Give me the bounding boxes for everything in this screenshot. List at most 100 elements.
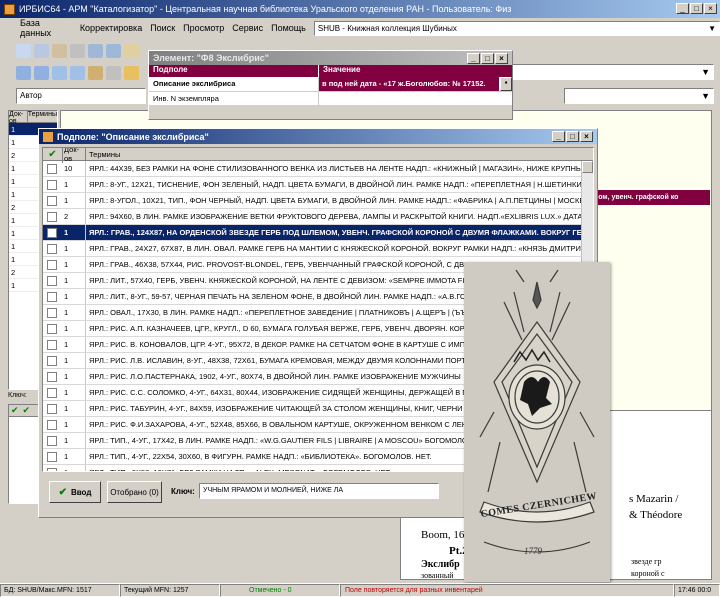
maximize-button[interactable]: □ (690, 3, 703, 14)
prev-record-icon[interactable] (88, 44, 103, 58)
row-checkbox[interactable] (47, 339, 57, 350)
row-checkbox[interactable] (47, 195, 57, 206)
menu-item-view[interactable]: Просмотр (183, 23, 224, 33)
check-icon[interactable]: ✔ (43, 149, 62, 160)
row-doc-count: 1 (62, 321, 86, 336)
check-icon: ✔ (22, 405, 31, 415)
subfield-row[interactable]: 10 ЯРЛ.: 44Х39, БЕЗ РАМКИ НА ФОНЕ СТИЛИЗО… (43, 161, 593, 177)
record-field-value[interactable]: пом, увенч. графской ко (590, 190, 710, 205)
maximize-button[interactable]: □ (566, 131, 579, 142)
row-term: ЯРЛ.: РИС. С.С. СОЛОМКО, 4-УГ., 64Х31, 8… (89, 388, 467, 397)
link-icon[interactable] (106, 66, 121, 80)
subfield-window-titlebar: Подполе: "Описание экслибриса" _ □ × (39, 129, 597, 144)
search-field-select[interactable]: Автор (16, 88, 146, 104)
close-button[interactable]: × (580, 131, 593, 142)
undo-icon[interactable] (52, 44, 67, 58)
row-term: ЯРЛ.: ЛИТ., 8-УГ., 59-57, ЧЕРНАЯ ПЕЧАТЬ … (89, 292, 477, 301)
row-term: ЯРЛ.: 8-УГ., 12Х21, ТИСНЕНИЕ, ФОН ЗЕЛЕНЫ… (89, 180, 593, 189)
folder-icon[interactable] (124, 66, 139, 80)
row-doc-count: 1 (62, 401, 86, 416)
database-select[interactable]: SHUB - Книжная коллекция Шубиных ▼ (313, 20, 720, 36)
subfield-row[interactable]: 1 ЯРЛ.: ГРАВ., 24Х27, 67Х87, В ЛИН. ОВАЛ.… (43, 241, 593, 257)
minimize-button[interactable]: _ (467, 52, 480, 64)
row-checkbox[interactable] (47, 243, 57, 254)
key-input[interactable]: УЧНЫМ ЯРАМОМ И МОЛНИЕЙ, НИЖЕ ЛА (199, 483, 439, 499)
row-doc-count: 1 (62, 385, 86, 400)
toolbar-1 (16, 42, 142, 60)
row-checkbox[interactable] (47, 179, 57, 190)
preview-line-3: Boom, 16 (421, 529, 465, 541)
status-bar: БД: SHUB/Макс.MFN: 1517 Текущий MFN: 125… (0, 583, 720, 597)
chevron-down-icon: ▼ (701, 91, 710, 101)
row-checkbox[interactable] (47, 259, 57, 270)
row-checkbox[interactable] (47, 451, 57, 462)
element-row[interactable]: Описание экслибриса в под ней дата - «17… (149, 77, 512, 91)
row-checkbox[interactable] (47, 307, 57, 318)
preview-line-5: Экслибр (421, 559, 460, 570)
minimize-button[interactable]: _ (552, 131, 565, 142)
maximize-button[interactable]: □ (481, 52, 494, 64)
check-icon: ✔ (11, 405, 19, 415)
row-checkbox[interactable] (47, 371, 57, 382)
print-icon[interactable] (70, 44, 85, 58)
menu-item-edit[interactable]: Корректировка (80, 23, 142, 33)
row-doc-count: 1 (62, 177, 86, 192)
subfield-row[interactable]: 1 ЯРЛ.: 8-УГОЛ., 10Х21, ТИП., ФОН ЧЕРНЫЙ,… (43, 193, 593, 209)
row-checkbox[interactable] (47, 403, 57, 414)
table-icon[interactable] (52, 66, 67, 80)
export-icon[interactable] (88, 66, 103, 80)
row-checkbox[interactable] (47, 211, 57, 222)
chevron-down-icon: ▼ (701, 67, 710, 77)
row-checkbox[interactable] (47, 387, 57, 398)
enter-button[interactable]: ✔ Ввод (49, 481, 101, 503)
element-header: Подполе Значение (149, 65, 512, 77)
row-doc-count: 1 (62, 225, 86, 240)
menu-item-database[interactable]: База данных (20, 18, 72, 38)
close-button[interactable]: × (495, 52, 508, 64)
element-row-value: в под ней дата - «17 ж.Боголюбов: № 1715… (319, 77, 499, 91)
row-checkbox[interactable] (47, 163, 57, 174)
next-record-icon[interactable] (106, 44, 121, 58)
right-combo-2[interactable]: ▼ (564, 88, 714, 104)
ellipsis-button[interactable]: ▪ (500, 77, 512, 91)
save-icon[interactable] (34, 44, 49, 58)
grid-icon[interactable] (70, 66, 85, 80)
dictionary-col-terms: Термины (27, 111, 57, 118)
row-doc-count: 1 (62, 465, 86, 471)
search-icon[interactable] (124, 44, 139, 58)
preview-line-1: s Mazarin / (629, 493, 679, 505)
row-doc-count: 2 (62, 209, 86, 224)
element-row[interactable]: Инв. N экземпляра (149, 91, 512, 105)
minimize-button[interactable]: _ (676, 3, 689, 14)
row-checkbox[interactable] (47, 419, 57, 430)
element-window-title: Элемент: "Ф8 Экслибрис" (153, 53, 270, 63)
element-row-field: Описание экслибриса (149, 77, 319, 91)
selected-button[interactable]: Отобрано (0) (107, 481, 162, 503)
row-checkbox[interactable] (47, 355, 57, 366)
row-checkbox[interactable] (47, 467, 57, 471)
row-checkbox[interactable] (47, 323, 57, 334)
close-button[interactable]: × (704, 3, 717, 14)
subfield-row[interactable]: 1 ЯРЛ.: 8-УГ., 12Х21, ТИСНЕНИЕ, ФОН ЗЕЛЕН… (43, 177, 593, 193)
tree-icon[interactable] (34, 66, 49, 80)
menu-item-search[interactable]: Поиск (150, 23, 175, 33)
menu-item-help[interactable]: Помощь (271, 23, 306, 33)
key-label: Ключ: (171, 487, 195, 496)
row-term: ЯРЛ.: РИС. Л.О.ПАСТЕРНАКА, 1902, 4-УГ., … (89, 372, 461, 381)
status-time: 17:46 00:0 (674, 584, 720, 597)
check-icon: ✔ (58, 486, 67, 498)
menu-item-service[interactable]: Сервис (232, 23, 263, 33)
row-checkbox[interactable] (47, 275, 57, 286)
row-checkbox[interactable] (47, 435, 57, 446)
row-doc-count: 1 (62, 273, 86, 288)
list-icon[interactable] (16, 66, 31, 80)
element-col-field: Подполе (149, 65, 319, 77)
row-checkbox[interactable] (47, 227, 57, 238)
status-mfn: Текущий MFN: 1257 (120, 584, 220, 597)
subfield-row[interactable]: 1 ЯРЛ.: ГРАВ., 124Х87, НА ОРДЕНСКОЙ ЗВЕЗД… (43, 225, 593, 241)
row-checkbox[interactable] (47, 291, 57, 302)
scroll-up-button[interactable] (582, 161, 593, 173)
subfield-row[interactable]: 2 ЯРЛ.: 94Х60, В ЛИН. РАМКЕ ИЗОБРАЖЕНИЕ В… (43, 209, 593, 225)
new-record-icon[interactable] (16, 44, 31, 58)
element-row-field: Инв. N экземпляра (149, 92, 319, 105)
